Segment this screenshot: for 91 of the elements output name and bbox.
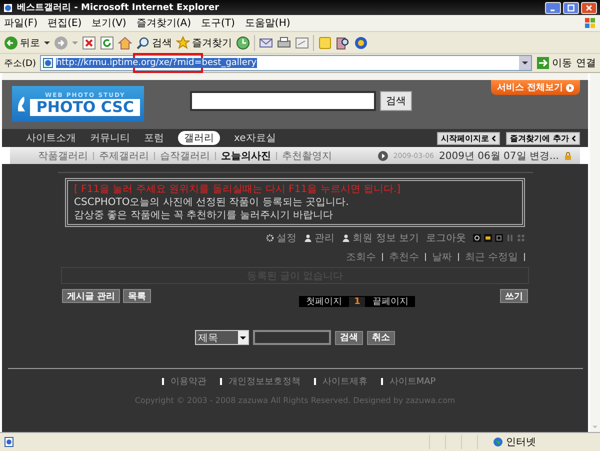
home-icon[interactable] — [118, 36, 132, 50]
globe-icon — [493, 437, 503, 447]
security-zone: 인터넷 — [506, 436, 537, 449]
admin-link[interactable]: 설정 — [276, 231, 297, 245]
subnav-link[interactable]: 습작갤러리 — [160, 148, 210, 162]
nav-tab[interactable]: 커뮤니티 — [90, 131, 130, 145]
board-button[interactable]: 목록 — [123, 289, 152, 303]
menu-item[interactable]: 파일(F) — [4, 16, 38, 30]
refresh-icon[interactable] — [100, 36, 114, 50]
sort-link[interactable]: 추천수 — [388, 250, 419, 264]
person-icon — [342, 234, 350, 242]
notice-text: [ F11을 눌러 주세요 원위치를 돌리실때는 다시 F11을 누르시면 됩니다.] — [74, 183, 402, 196]
footer-link[interactable]: 개인정보보호정책 — [228, 375, 300, 388]
footer-link[interactable]: 이용약관 — [170, 375, 206, 388]
history-icon[interactable] — [236, 36, 250, 50]
menu-item[interactable]: 즐겨찾기(A) — [136, 16, 191, 30]
dropdown-button[interactable] — [519, 56, 531, 70]
edit-icon[interactable] — [295, 36, 309, 50]
cancel-button[interactable]: 취소 — [367, 330, 395, 344]
help-icon[interactable] — [473, 234, 481, 242]
next-icon[interactable] — [378, 150, 388, 160]
gear-icon — [266, 234, 274, 242]
window-title: 베스트갤러리 - Microsoft Internet Explorer — [17, 2, 220, 14]
notice-text: 감상중 좋은 작품에는 꼭 추천하기를 눌러주시기 바랍니다 — [74, 209, 334, 222]
search-field[interactable] — [190, 91, 376, 111]
close-icon — [585, 4, 593, 12]
sort-link[interactable]: 날짜 — [432, 250, 452, 264]
admin-link[interactable]: 로그아웃 — [426, 231, 466, 245]
close-button[interactable] — [581, 2, 597, 14]
dropdown-arrow-icon — [240, 334, 246, 340]
subnav-link[interactable]: 추천촬영지 — [282, 148, 332, 162]
browser-icon — [3, 2, 13, 12]
lock-icon — [564, 152, 572, 160]
search-button[interactable]: 검색 — [335, 330, 363, 344]
menu-item[interactable]: 도구(T) — [201, 16, 235, 30]
menu-item[interactable]: 편집(E) — [48, 16, 82, 30]
nav-button[interactable]: 시작페이지로 — [437, 132, 500, 144]
arrow-icon — [536, 56, 550, 70]
admin-link[interactable]: 관리 — [314, 231, 335, 245]
search-button[interactable]: 검색 — [380, 91, 412, 111]
subnav-link[interactable]: 작품갤러리 — [38, 148, 88, 162]
dropdown-arrow-icon — [522, 60, 528, 66]
last-page-link[interactable]: 끝페이지 — [365, 295, 416, 308]
links-button[interactable]: 연결 — [576, 56, 596, 70]
menu-item[interactable]: 도움말(H) — [244, 16, 290, 30]
star-icon — [176, 36, 190, 50]
page-icon — [42, 58, 53, 68]
search-type-select[interactable]: 제목 — [195, 330, 249, 345]
stop-icon[interactable] — [82, 36, 96, 50]
page-icon — [4, 437, 14, 447]
nav-tab[interactable]: 사이트소개 — [26, 131, 76, 145]
play-icon — [566, 84, 574, 92]
notice-text: CSCPHOTO오늘의 사진에 선정된 작품이 등록되는 곳입니다. — [74, 196, 350, 209]
chevron-icon — [571, 134, 576, 142]
go-button[interactable]: 이동 — [536, 56, 572, 70]
minimize-button[interactable] — [545, 2, 561, 14]
footer-link[interactable]: 사이트제휴 — [322, 375, 368, 388]
nav-button[interactable]: 즐겨찾기에 추가 — [506, 132, 580, 144]
scrollbar[interactable] — [590, 73, 600, 432]
keyword-field[interactable] — [253, 330, 331, 345]
write-button[interactable]: 쓰기 — [500, 289, 528, 303]
first-page-link[interactable]: 첫페이지 — [299, 295, 350, 308]
page-number[interactable]: 1 — [349, 296, 366, 306]
person-icon — [304, 234, 312, 242]
notice-link[interactable]: 2009년 06월 07일 변경... — [439, 148, 559, 162]
sort-link[interactable]: 최근 수정일 — [464, 250, 518, 264]
windows-logo-icon — [584, 17, 596, 29]
maximize-button[interactable] — [563, 2, 579, 14]
nav-tab[interactable]: xe자료실 — [234, 131, 276, 145]
dropdown-arrow-icon[interactable] — [44, 40, 50, 46]
nav-tab[interactable]: 갤러리 — [178, 131, 220, 145]
board-button[interactable]: 게시글 관리 — [62, 289, 120, 303]
sort-link[interactable]: 조회수 — [346, 250, 376, 264]
search-button[interactable]: 검색 — [136, 36, 172, 50]
subnav-link[interactable]: 오늘의사진 — [221, 148, 271, 162]
admin-link[interactable]: 회원 정보 보기 — [352, 231, 419, 245]
subnav-link[interactable]: 주제갤러리 — [99, 148, 149, 162]
list-view-icon[interactable] — [495, 234, 503, 242]
favorites-button[interactable]: 즐겨찾기 — [176, 36, 232, 50]
menu-item[interactable]: 보기(V) — [92, 16, 126, 30]
chevron-icon — [491, 134, 496, 142]
folder-icon[interactable] — [484, 234, 492, 242]
print-icon[interactable] — [277, 36, 291, 50]
nav-tab[interactable]: 포럼 — [144, 131, 164, 145]
back-button[interactable]: 뒤로 — [4, 36, 40, 50]
address-label: 주소(D) — [4, 58, 36, 70]
footer-link[interactable]: 사이트MAP — [389, 375, 436, 388]
mail-icon[interactable] — [259, 36, 273, 50]
search-icon — [136, 36, 150, 50]
maximize-icon — [567, 4, 575, 12]
address-field[interactable]: http://krmu.iptime.org/xe/?mid=best_gallery — [40, 55, 532, 71]
